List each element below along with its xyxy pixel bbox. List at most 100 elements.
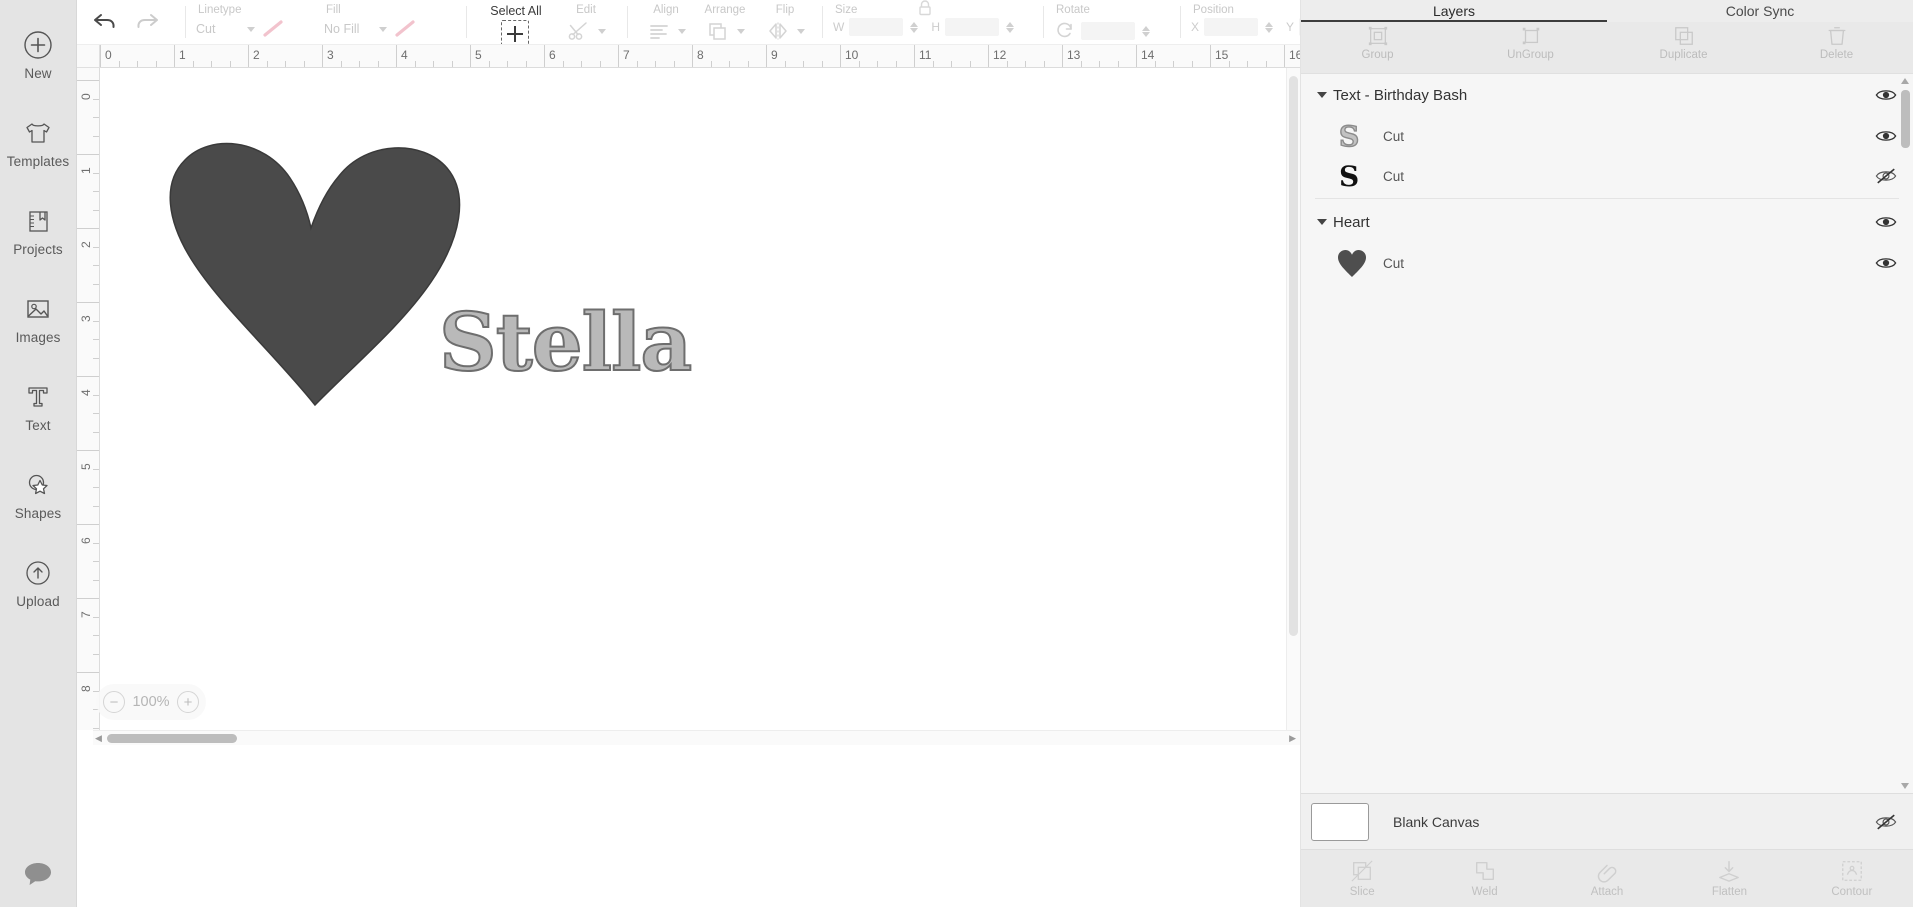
size-h-stepper[interactable]	[1006, 21, 1014, 33]
size-lock-icon[interactable]	[917, 0, 933, 22]
sidebar-label-templates: Templates	[6, 153, 70, 169]
ruler-tick-minor	[507, 61, 508, 67]
visibility-eye-icon[interactable]	[1875, 85, 1897, 105]
tab-layers[interactable]: Layers	[1301, 0, 1607, 22]
group-button[interactable]: Group	[1301, 25, 1454, 61]
ungroup-button[interactable]: UnGroup	[1454, 25, 1607, 61]
fill-chevron-down-icon[interactable]	[379, 26, 387, 32]
contour-label: Contour	[1831, 886, 1873, 898]
canvas-vertical-scrollbar[interactable]	[1286, 68, 1300, 730]
weld-icon	[1473, 859, 1497, 883]
ruler-tick-minor	[93, 172, 99, 174]
ruler-tick-minor	[784, 61, 786, 67]
ruler-tick-minor	[93, 505, 99, 507]
sidebar-item-shapes[interactable]: Shapes	[0, 450, 77, 538]
sidebar-item-projects[interactable]: Projects	[0, 186, 77, 274]
stella-text[interactable]: Stella	[437, 294, 727, 398]
sidebar-item-upload[interactable]: Upload	[0, 538, 77, 626]
arrange-icon[interactable]	[704, 18, 732, 44]
zoom-out-button[interactable]: −	[103, 691, 125, 713]
sidebar-item-new[interactable]: New	[0, 10, 77, 98]
canvas-hscroll-thumb[interactable]	[107, 734, 237, 743]
slice-button[interactable]: Slice	[1301, 859, 1423, 898]
rotate-stepper[interactable]	[1142, 25, 1150, 37]
chat-bubble-button[interactable]	[0, 845, 77, 907]
sidebar-item-text[interactable]: Text	[0, 362, 77, 450]
duplicate-button[interactable]: Duplicate	[1607, 25, 1760, 61]
delete-button[interactable]: Delete	[1760, 25, 1913, 61]
left-sidebar: New Templates Projects Images Text Shape…	[0, 0, 77, 907]
group-expand-caret-icon[interactable]	[1315, 219, 1329, 225]
ruler-tick-minor	[858, 61, 860, 67]
layers-scroll-down-arrow-icon[interactable]	[1901, 783, 1909, 789]
tab-color-sync[interactable]: Color Sync	[1607, 0, 1913, 22]
shapes-star-icon	[21, 468, 55, 502]
rotate-input[interactable]	[1081, 22, 1135, 40]
layer-thumbnail-heart-solid	[1335, 248, 1369, 278]
visibility-eye-icon[interactable]	[1875, 212, 1897, 232]
layers-list[interactable]: Text - Birthday Bash S Cut S Cut Heart C…	[1301, 74, 1913, 793]
layer-row[interactable]: Cut	[1301, 243, 1913, 283]
layers-scroll-thumb[interactable]	[1901, 90, 1910, 148]
canvas-vscroll-thumb[interactable]	[1289, 76, 1298, 636]
flip-chevron-down-icon[interactable]	[796, 28, 805, 34]
canvas-color-swatch[interactable]	[1311, 802, 1369, 841]
linetype-chevron-down-icon[interactable]	[247, 26, 255, 32]
size-h-input[interactable]	[945, 18, 999, 36]
heart-shape[interactable]	[155, 110, 475, 415]
sidebar-item-images[interactable]: Images	[0, 274, 77, 362]
attach-button[interactable]: Attach	[1546, 859, 1668, 898]
ruler-label-v: 3	[79, 315, 93, 322]
align-icon[interactable]	[645, 18, 673, 44]
visibility-eye-off-icon[interactable]	[1875, 166, 1897, 186]
size-w-stepper[interactable]	[910, 21, 919, 33]
design-canvas[interactable]: Stella	[100, 68, 1300, 730]
flatten-button[interactable]: Flatten	[1668, 859, 1790, 898]
align-chevron-down-icon[interactable]	[677, 28, 686, 34]
ruler-tick-major	[618, 45, 619, 67]
layers-scroll-up-arrow-icon[interactable]	[1901, 78, 1909, 84]
layer-row[interactable]: S Cut	[1301, 116, 1913, 156]
undo-arrow-icon[interactable]	[91, 9, 119, 35]
ungroup-label: UnGroup	[1507, 49, 1554, 61]
group-expand-caret-icon[interactable]	[1315, 92, 1329, 98]
ruler-tick-major	[396, 45, 397, 67]
layer-row[interactable]: S Cut	[1301, 156, 1913, 196]
fill-value[interactable]: No Fill	[324, 22, 374, 36]
ruler-tick-major	[100, 45, 101, 67]
blank-canvas-row[interactable]: Blank Canvas	[1301, 793, 1913, 849]
ruler-tick-minor	[729, 61, 730, 67]
flip-icon[interactable]	[764, 18, 792, 44]
select-all-button[interactable]	[501, 20, 529, 44]
visibility-eye-icon[interactable]	[1875, 253, 1897, 273]
arrange-chevron-down-icon[interactable]	[736, 28, 745, 34]
layers-scrollbar[interactable]	[1900, 78, 1911, 789]
visibility-eye-icon[interactable]	[1875, 126, 1897, 146]
layer-group-header[interactable]: Text - Birthday Bash	[1301, 74, 1913, 116]
scroll-right-arrow-icon[interactable]: ▶	[1289, 733, 1296, 744]
layer-group-header[interactable]: Heart	[1301, 201, 1913, 243]
position-x-input[interactable]	[1204, 18, 1259, 36]
ruler-tick-minor	[969, 61, 971, 67]
position-x-stepper[interactable]	[1265, 21, 1274, 33]
edit-chevron-down-icon[interactable]	[597, 28, 606, 34]
size-w-input[interactable]	[849, 18, 904, 36]
zoom-in-button[interactable]: +	[177, 691, 199, 713]
linetype-value[interactable]: Cut	[196, 22, 242, 36]
sidebar-item-templates[interactable]: Templates	[0, 98, 77, 186]
canvas-horizontal-scrollbar[interactable]: ◀ ▶	[93, 730, 1300, 745]
visibility-eye-off-icon[interactable]	[1875, 812, 1897, 832]
horizontal-ruler[interactable]: 012345678910111213141516	[100, 45, 1300, 68]
ruler-tick-minor	[303, 61, 305, 67]
scroll-left-arrow-icon[interactable]: ◀	[95, 733, 102, 744]
weld-button[interactable]: Weld	[1423, 859, 1545, 898]
vertical-ruler[interactable]: 0 1 2 3 4 5 6 7 8	[77, 68, 100, 730]
linetype-color-swatch[interactable]	[260, 18, 286, 40]
redo-arrow-icon[interactable]	[133, 9, 161, 35]
ruler-tick-minor	[93, 246, 99, 248]
fill-color-swatch[interactable]	[392, 18, 418, 40]
rotate-icon[interactable]	[1054, 18, 1076, 44]
edit-scissors-icon[interactable]	[565, 18, 593, 44]
contour-button[interactable]: Contour	[1791, 859, 1913, 898]
chat-bubble-icon	[23, 861, 53, 892]
